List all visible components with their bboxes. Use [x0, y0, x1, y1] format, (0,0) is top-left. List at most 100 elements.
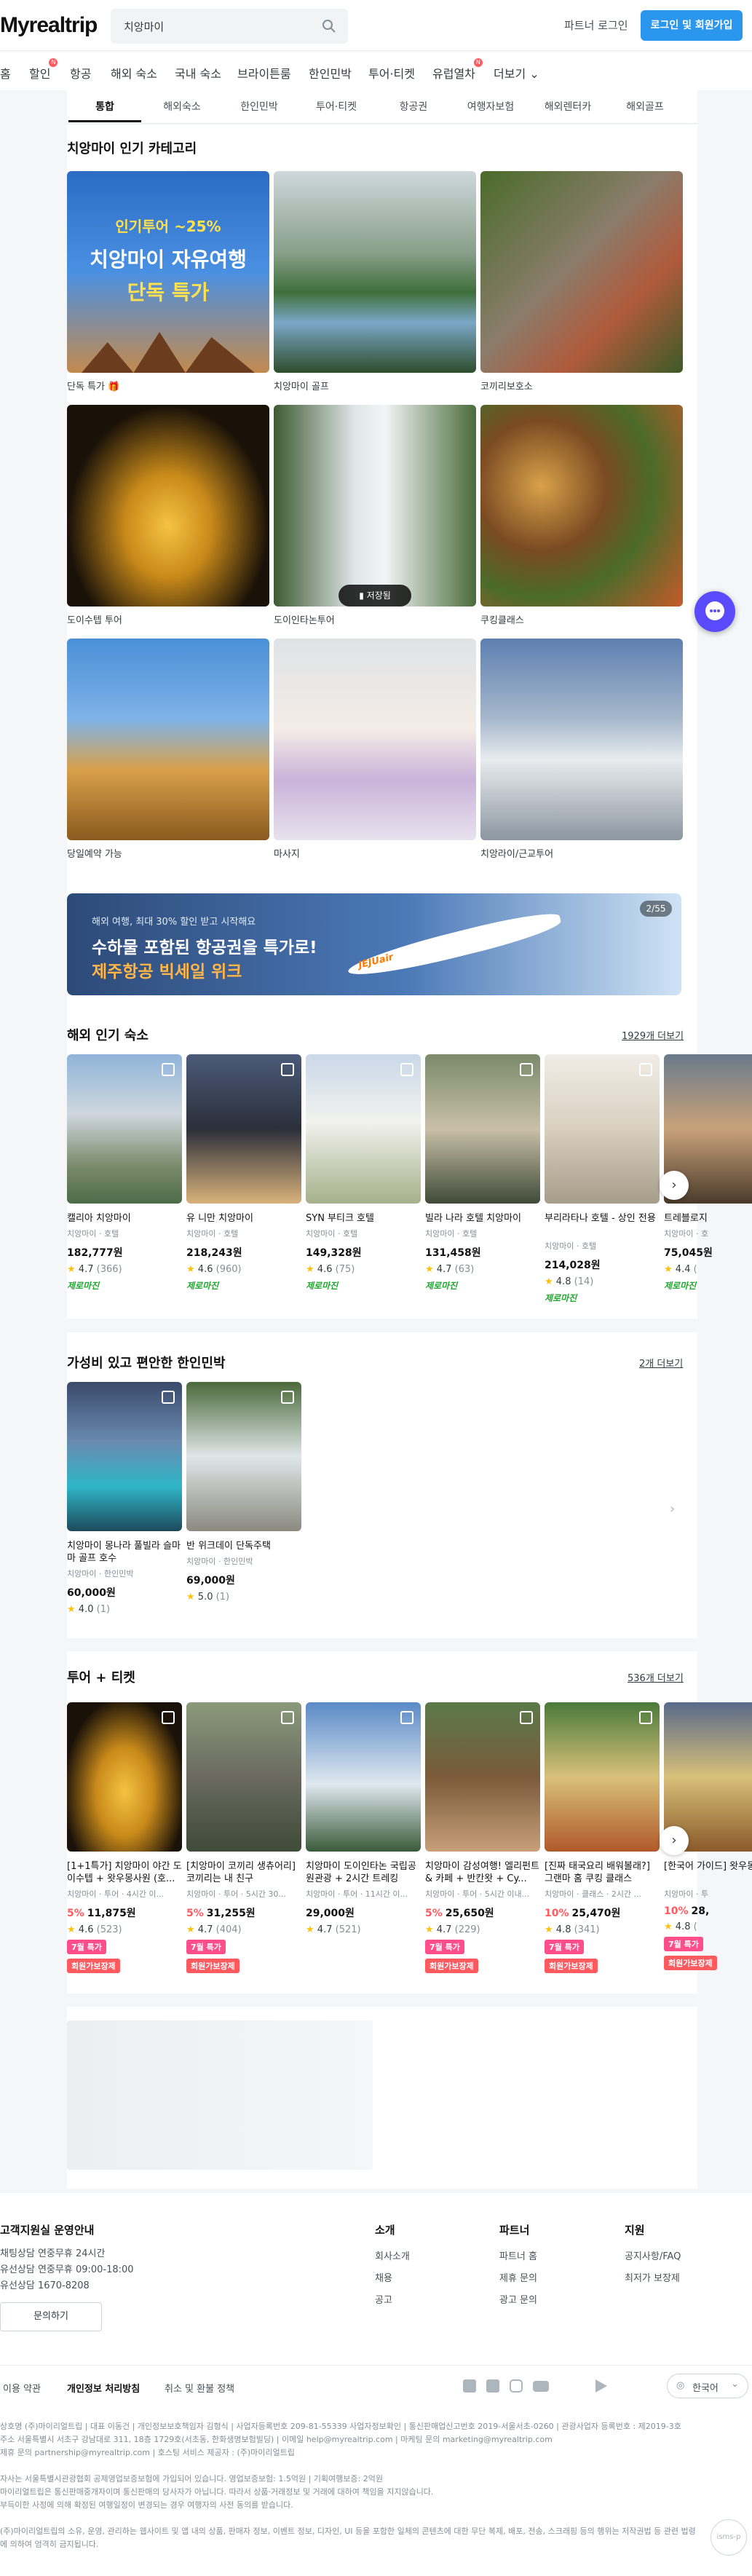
hotel-next-button[interactable]: › — [660, 1171, 689, 1200]
wishlist-icon[interactable] — [281, 1711, 294, 1724]
wishlist-icon[interactable] — [281, 1391, 294, 1404]
tour-card[interactable]: [진짜 태국요리 배워볼래?] 그랜마 홈 쿠킹 클래스 치앙마이 · 클래스 ·… — [545, 1702, 660, 1973]
tab-overseas-stay[interactable]: 해외숙소 — [146, 99, 218, 114]
wishlist-icon[interactable] — [162, 1711, 175, 1724]
promo-banner[interactable]: 해외 여행, 최대 30% 할인 받고 시작해요 수하물 포함된 항공권을 특가… — [67, 893, 681, 995]
category-banner-line1: 인기투어 ~25% — [115, 218, 221, 235]
tab-insurance[interactable]: 여행자보험 — [454, 99, 527, 114]
footer-link[interactable]: 공지사항/FAQ — [625, 2248, 681, 2262]
wishlist-icon[interactable] — [639, 1711, 652, 1724]
language-select[interactable]: ◎ 한국어 ⌄ — [667, 2374, 748, 2398]
tour-next-button[interactable]: › — [660, 1826, 689, 1855]
nav-discount[interactable]: 할인 N — [29, 58, 58, 82]
footer-link[interactable]: 채용 — [375, 2270, 392, 2284]
wishlist-icon[interactable] — [162, 1391, 175, 1404]
privacy-link[interactable]: 개인정보 처리방침 — [67, 2381, 140, 2395]
nav-overseas-stay[interactable]: 해외 숙소 — [111, 64, 157, 82]
refund-policy-link[interactable]: 취소 및 환불 정책 — [165, 2381, 234, 2395]
minbak-card[interactable]: 반 위크데이 단독주택 치앙마이 · 한인민박 69,000원 ★ 5.0 (1) — [186, 1382, 301, 1603]
tour-card[interactable]: 치앙마이 도이인타논 국립공원관광 + 2시간 트레킹 치앙마이 · 투어 · 1… — [306, 1702, 421, 1935]
wishlist-icon[interactable] — [520, 1711, 533, 1724]
wishlist-icon[interactable] — [400, 1711, 413, 1724]
legal-text: 주소 서울특별시 서초구 강남대로 311, 18층 1729호(서초동, 한화… — [0, 2435, 553, 2444]
footer-link[interactable]: 광고 문의 — [499, 2292, 537, 2306]
terms-link[interactable]: 이용 약관 — [3, 2381, 41, 2395]
tab-minbak[interactable]: 한인민박 — [223, 99, 296, 114]
hotel-card[interactable]: 부리라타나 호텔 - 상인 전용 치앙마이 · 호텔 214,028원 ★ 4.8 (… — [545, 1054, 660, 1304]
minbak-card[interactable]: 치앙마이 몽나라 풀빌라 슬마마 골프 호수 치앙마이 · 한인민박 60,000원… — [67, 1382, 182, 1615]
hotel-name: 빌라 나라 호텔 치앙마이 — [425, 1213, 521, 1224]
logo[interactable]: Myrealtrip — [0, 13, 98, 38]
star-icon: ★ — [186, 1264, 195, 1275]
tour-card[interactable]: [치앙마이 코끼리 생츄어리] 코끼리는 내 친구 치앙마이 · 투어 · 5시간… — [186, 1702, 301, 1973]
globe-icon: ◎ — [676, 2380, 685, 2391]
category-card-doi-inthanon[interactable]: ▮ 저장됨 — [274, 405, 476, 607]
minbak-more-link[interactable]: 2개 더보기 — [639, 1356, 683, 1370]
category-card-doi-suthep[interactable] — [67, 405, 269, 607]
footer-link[interactable]: 공고 — [375, 2292, 392, 2306]
hotel-card[interactable]: 캘리아 치앙마이 치앙마이 · 호텔 182,777원 ★ 4.7 (366) 제로마진 — [67, 1054, 182, 1292]
nav-flight[interactable]: 항공 — [70, 64, 91, 82]
tab-golf[interactable]: 해외골프 — [609, 99, 681, 114]
nav-more[interactable]: 더보기 ⌄ — [494, 64, 539, 82]
youtube-icon[interactable] — [533, 2381, 549, 2392]
minbak-next-arrow-icon[interactable]: › — [670, 1501, 675, 1517]
partner-login-link[interactable]: 파트너 로그인 — [564, 17, 628, 33]
nav-home[interactable]: 홈 — [0, 64, 11, 82]
wishlist-icon[interactable] — [162, 1063, 175, 1076]
tour-more-link[interactable]: 536개 더보기 — [628, 1670, 684, 1684]
instagram-icon[interactable] — [510, 2379, 523, 2393]
category-card-massage[interactable] — [274, 639, 476, 840]
hotel-name: 트레블로지 — [664, 1213, 708, 1224]
july-deal-badge: 7월 특가 — [425, 1940, 464, 1954]
nav-euro-rail[interactable]: 유럽열차 N — [432, 58, 483, 82]
tab-rentacar[interactable]: 해외렌터카 — [531, 99, 604, 114]
nav-brighton[interactable]: 브라이튼룸 — [237, 64, 291, 82]
hotel-card[interactable]: 빌라 나라 호텔 치앙마이 치앙마이 · 호텔 131,458원 ★ 4.7 (63)… — [425, 1054, 540, 1292]
wishlist-icon[interactable] — [639, 1063, 652, 1076]
new-dot-icon: N — [473, 58, 483, 67]
hotel-card[interactable]: 유 니만 치앙마이 치앙마이 · 호텔 218,243원 ★ 4.6 (960) 제로마… — [186, 1054, 301, 1292]
tour-card[interactable]: 치앙마이 감성여행! 엘리펀트 & 카페 + 반칸왓 + Cy... 치앙마이 ·… — [425, 1702, 540, 1973]
footer-link[interactable]: 회사소개 — [375, 2248, 410, 2262]
member-price-badge: 회원가보장제 — [186, 1959, 240, 1973]
wishlist-icon[interactable] — [281, 1063, 294, 1076]
hotel-name: 캘리아 치앙마이 — [67, 1213, 131, 1224]
wishlist-icon[interactable] — [400, 1063, 413, 1076]
contact-button[interactable]: 문의하기 — [0, 2302, 102, 2331]
cs-line: 유선상담 1670-8208 — [0, 2280, 90, 2291]
category-card-golf[interactable] — [274, 171, 476, 373]
footer-link[interactable]: 최저가 보장제 — [625, 2270, 680, 2284]
nav-minbak[interactable]: 한인민박 — [309, 64, 352, 82]
nav-discount-label: 할인 — [29, 67, 51, 81]
tour-image — [186, 1702, 301, 1852]
footer-link[interactable]: 파트너 홈 — [499, 2248, 537, 2262]
tab-all[interactable]: 통합 — [68, 99, 141, 122]
chat-button[interactable] — [694, 591, 735, 632]
google-play-icon[interactable] — [595, 2379, 607, 2393]
login-signup-button[interactable]: 로그인 및 회원가입 — [641, 10, 743, 41]
hotel-card[interactable]: SYN 부티크 호텔 치앙마이 · 호텔 149,328원 ★ 4.6 (75) 제로마… — [306, 1054, 421, 1292]
category-card-exclusive[interactable]: 인기투어 ~25% 치앙마이 자유여행 단독 특가 — [67, 171, 269, 373]
review-count: (366) — [96, 1264, 122, 1275]
tab-flight[interactable]: 항공권 — [377, 99, 450, 114]
promo-line1: 수하물 포함된 항공권을 특가로! — [92, 939, 317, 957]
category-card-elephant[interactable] — [480, 171, 683, 373]
category-label: 도이인타논투어 — [274, 615, 335, 626]
facebook-icon[interactable] — [463, 2379, 476, 2393]
nav-domestic-stay[interactable]: 국내 숙소 — [175, 64, 221, 82]
tab-tour-ticket[interactable]: 투어·티켓 — [300, 99, 373, 114]
category-card-same-day[interactable] — [67, 639, 269, 840]
search-icon[interactable] — [322, 19, 336, 33]
footer-link[interactable]: 제휴 문의 — [499, 2270, 537, 2284]
hotel-more-link[interactable]: 1929개 더보기 — [622, 1028, 684, 1042]
minbak-name: 반 위크데이 단독주택 — [186, 1541, 271, 1552]
legal-text: 자사는 서울특별시관광협회 공제영업보증보험에 가입되어 있습니다. 영업보증보… — [0, 2474, 383, 2484]
tour-card[interactable]: [1+1특가] 치앙마이 야간 도이수텝 + 왓우몽사원 (호... 치앙마이 ·… — [67, 1702, 182, 1973]
wishlist-icon[interactable] — [520, 1063, 533, 1076]
category-card-chiang-rai[interactable] — [480, 639, 683, 840]
category-card-cooking[interactable] — [480, 405, 683, 607]
search-input[interactable]: 치앙마이 — [111, 9, 348, 44]
nav-tour-ticket[interactable]: 투어·티켓 — [368, 64, 415, 82]
naver-blog-icon[interactable] — [486, 2379, 499, 2393]
